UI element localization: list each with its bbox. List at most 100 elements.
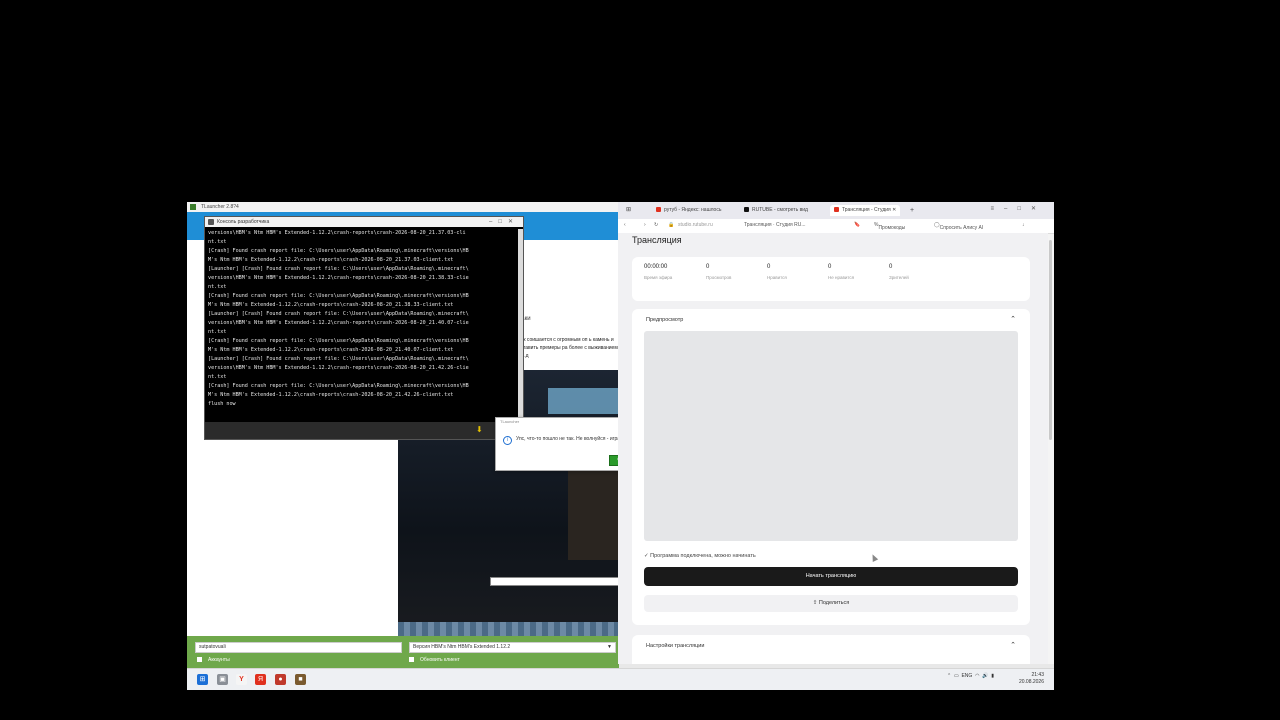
- tab-label: Трансляция - Студия: [842, 207, 891, 213]
- console-line: M's Ntm HBM's Extended-1.12.2\crash-repo…: [208, 392, 454, 398]
- console-line: versions\HBM's Ntm HBM's Extended-1.12.2…: [208, 320, 469, 326]
- page-name-text: Трансляция · Студия RU...: [744, 222, 806, 228]
- task-view-icon[interactable]: ▣: [217, 674, 228, 685]
- desktop: TLauncher 2.8?4 Ресурс паки ерок соишает…: [187, 202, 1054, 690]
- console-line: nt.txt: [208, 284, 227, 290]
- game-logo: [548, 388, 618, 414]
- console-line: versions\HBM's Ntm HBM's Extended-1.12.2…: [208, 230, 466, 236]
- promo-label: Промокоды: [878, 225, 906, 231]
- console-line: [Launcher] [Crash] Found crash report fi…: [208, 356, 469, 362]
- start-icon[interactable]: ⊞: [197, 674, 208, 685]
- console-titlebar: Консоль разработчика –□✕: [205, 217, 523, 227]
- update-client-label: Обновить клиент: [420, 657, 460, 663]
- browser-window: ⊞ рутуб - Яндекс: нашлось RUTUBE - смотр…: [618, 202, 1054, 664]
- tab-label: RUTUBE - смотреть вид: [752, 207, 808, 213]
- accounts-label: Аккаунты: [208, 657, 230, 663]
- preview-title: Предпросмотр: [646, 317, 684, 323]
- console-line: flush now: [208, 401, 236, 407]
- lock-icon: 🔒: [668, 222, 675, 228]
- browser-window-controls[interactable]: ≡–□✕: [991, 205, 1047, 212]
- reload-icon[interactable]: ↻: [654, 222, 658, 228]
- checkbox-box: [197, 657, 202, 663]
- download-icon[interactable]: ↓: [1022, 222, 1025, 228]
- clock[interactable]: 21:43 20.08.2026: [1019, 672, 1044, 686]
- console-line: nt.txt: [208, 329, 227, 335]
- new-tab-icon[interactable]: +: [910, 205, 914, 216]
- update-client-checkbox[interactable]: Обновить клиент: [409, 657, 460, 663]
- page-scrollbar[interactable]: [1049, 240, 1052, 440]
- preview-card: Предпросмотр ⌃ ✓ Программа подключена, м…: [632, 309, 1030, 625]
- promo-codes-button[interactable]: % Промокоды: [874, 222, 905, 231]
- dialog-title: TLauncher: [500, 419, 520, 424]
- stat-value: 0: [706, 264, 710, 270]
- chevron-up-icon[interactable]: ⌃: [1010, 641, 1016, 649]
- tab-bar: ⊞ рутуб - Яндекс: нашлось RUTUBE - смотр…: [618, 202, 1054, 219]
- settings-title: Настройки трансляции: [646, 643, 705, 649]
- accounts-checkbox[interactable]: Аккаунты: [197, 657, 230, 663]
- tab-rutube[interactable]: RUTUBE - смотреть вид: [744, 205, 808, 216]
- chevron-down-icon: ▼: [607, 644, 612, 650]
- studio-favicon-icon: [834, 207, 839, 213]
- console-icon: [208, 219, 214, 225]
- start-stream-button[interactable]: Начать трансляцию: [644, 567, 1018, 586]
- launcher-title: TLauncher 2.8?4: [201, 204, 239, 210]
- stream-preview: [644, 331, 1018, 541]
- console-bottom-bar: ⬇: [205, 422, 523, 439]
- version-select[interactable]: Версия HBM's Ntm HBM's Extended 1.12.2 ▼: [409, 642, 616, 653]
- developer-console-window: Консоль разработчика –□✕ versions\HBM's …: [204, 216, 524, 440]
- forward-icon[interactable]: ›: [644, 222, 646, 228]
- stat-value: 0: [889, 264, 893, 270]
- lang-indicator[interactable]: ENG: [961, 673, 972, 679]
- url-text[interactable]: studio.rutube.ru: [678, 222, 713, 228]
- connection-status: ✓ Программа подключена, можно начинать: [644, 553, 756, 559]
- console-line: M's Ntm HBM's Extended-1.12.2\crash-repo…: [208, 347, 454, 353]
- console-line: M's Ntm HBM's Extended-1.12.2\crash-repo…: [208, 302, 454, 308]
- tab-yandex-search[interactable]: рутуб - Яндекс: нашлось: [656, 205, 721, 216]
- stat-label: Время эфира: [644, 275, 673, 280]
- share-label: Поделиться: [818, 600, 850, 606]
- nickname-input[interactable]: sutpatovuali: [195, 642, 402, 653]
- console-line: nt.txt: [208, 374, 227, 380]
- stat-viewers: 0 Зрителей: [889, 264, 909, 280]
- rutube-favicon-icon: [744, 207, 749, 213]
- info-icon: i: [503, 436, 512, 445]
- launcher-progress-bar: [490, 577, 620, 586]
- clock-date: 20.08.2026: [1018, 679, 1044, 685]
- stat-value: 00:00:00: [644, 264, 668, 270]
- console-line: [Launcher] [Crash] Found crash report fi…: [208, 266, 469, 272]
- stat-label: Нравится: [767, 275, 787, 280]
- tab-list-icon[interactable]: ⊞: [626, 205, 631, 216]
- app-icon[interactable]: ●: [275, 674, 286, 685]
- stat-dislikes: 0 Не нравится: [828, 264, 854, 280]
- tab-stream-studio[interactable]: Трансляция - Студия ✕: [830, 205, 901, 216]
- stat-label: Не нравится: [828, 275, 855, 280]
- page-title: Трансляция: [632, 235, 682, 245]
- stat-airtime: 00:00:00 Время эфира: [644, 264, 672, 280]
- stat-likes: 0 Нравится: [767, 264, 787, 280]
- stream-settings-card: Настройки трансляции ⌃: [632, 635, 1030, 664]
- console-line: versions\HBM's Ntm HBM's Extended-1.12.2…: [208, 365, 469, 371]
- console-line: [Launcher] [Crash] Found crash report fi…: [208, 311, 469, 317]
- minecraft-launcher-icon[interactable]: ■: [295, 674, 306, 685]
- taskbar: ⊞ ▣ Y Я ● ■ ⌃ ▭ ENG ◠ 🔊 ▮ 21:43 20.08.20…: [187, 668, 1054, 690]
- console-title: Консоль разработчика: [217, 219, 270, 225]
- system-tray[interactable]: ⌃ ▭ ENG ◠ 🔊 ▮: [947, 673, 994, 679]
- launcher-titlebar: TLauncher 2.8?4: [187, 202, 619, 212]
- stats-card: 00:00:00 Время эфира 0 Просмотров 0 Нравитс…: [632, 257, 1030, 301]
- share-button[interactable]: ⇪ Поделиться: [644, 595, 1018, 612]
- bookmark-icon[interactable]: 🔖: [854, 222, 860, 228]
- chevron-up-icon[interactable]: ⌃: [1010, 315, 1016, 323]
- back-icon[interactable]: ‹: [624, 222, 626, 228]
- yandex-favicon-icon: [656, 207, 661, 213]
- console-window-controls[interactable]: –□✕: [489, 217, 519, 227]
- yandex-browser-icon[interactable]: Y: [236, 674, 247, 685]
- stat-label: Зрителей: [889, 275, 909, 280]
- stat-label: Просмотров: [706, 275, 732, 280]
- download-arrow-icon[interactable]: ⬇: [476, 425, 483, 434]
- console-scrollbar[interactable]: [518, 229, 523, 421]
- console-line: [Crash] Found crash report file: C:\User…: [208, 293, 469, 299]
- alice-button[interactable]: ◯ Спросить Алису AI: [934, 222, 983, 231]
- console-line: [Crash] Found crash report file: C:\User…: [208, 338, 469, 344]
- yandex-icon[interactable]: Я: [255, 674, 266, 685]
- console-log: versions\HBM's Ntm HBM's Extended-1.12.2…: [205, 229, 523, 413]
